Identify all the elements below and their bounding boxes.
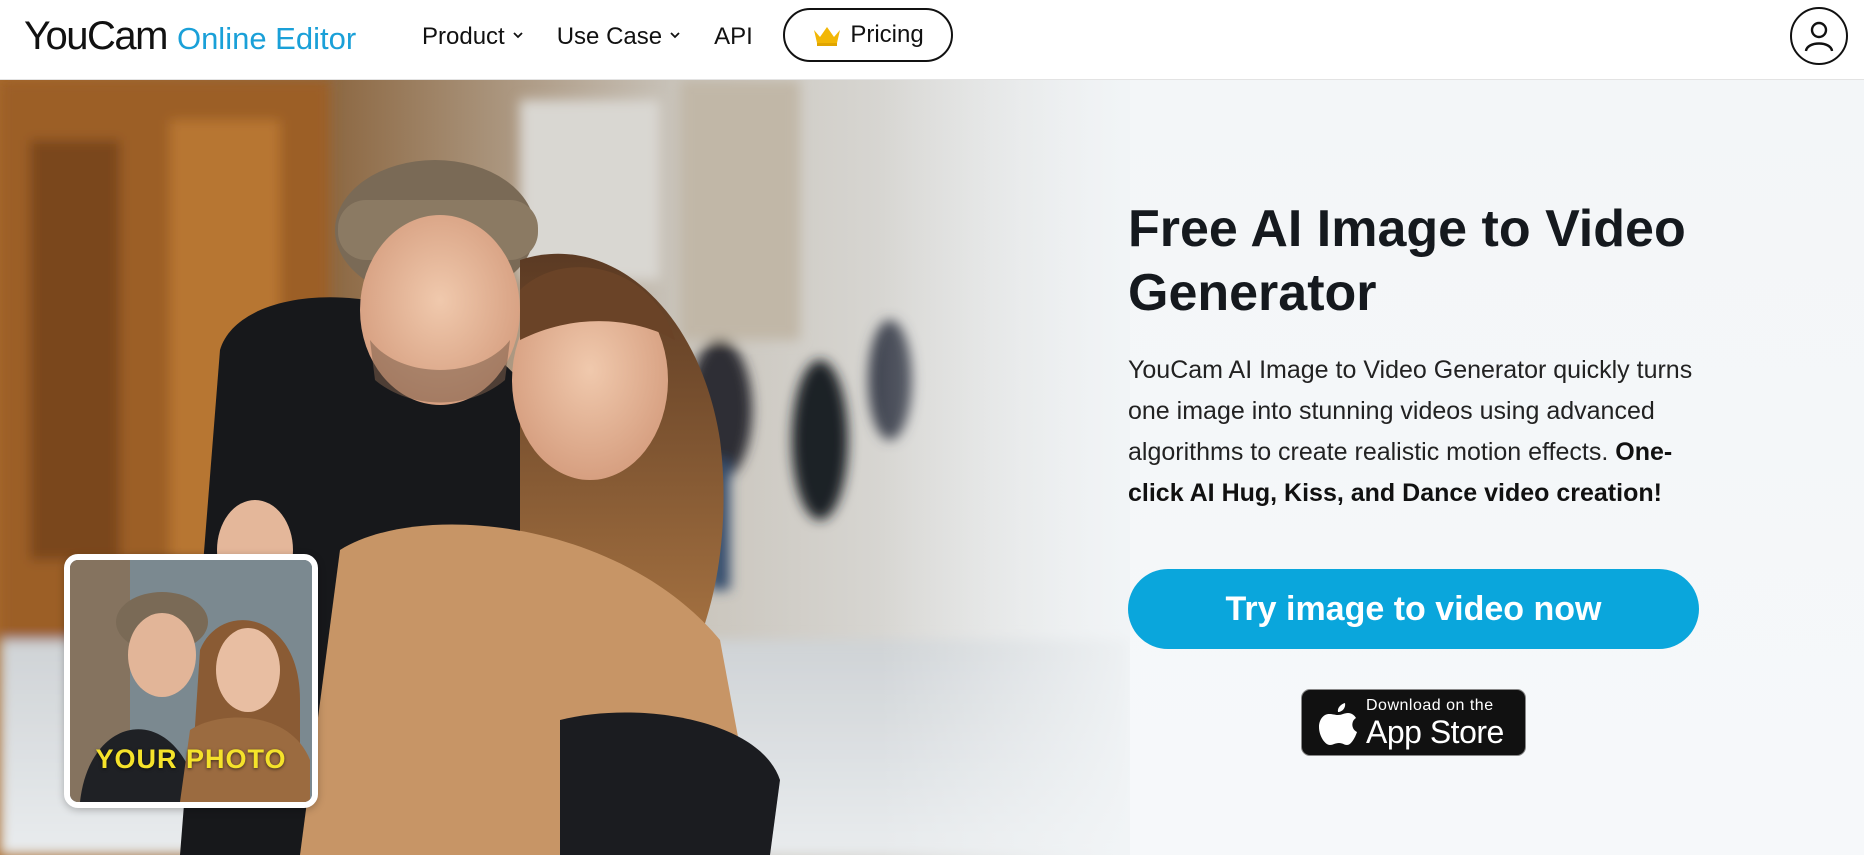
user-icon [1804,21,1834,52]
hero-section: YOUR PHOTO Free AI Image to Video Genera… [0,80,1864,855]
page-title: Free AI Image to Video Generator [1128,200,1686,322]
nav-item-label: Use Case [556,23,663,50]
logo-subtitle: Online Editor [176,21,357,56]
nav-item-product[interactable]: Product [422,20,523,54]
top-navigation-bar: YouCam Online Editor Product Use Case AP… [0,0,1864,80]
your-photo-label: YOUR PHOTO [95,744,287,774]
description-text: YouCam AI Image to Video Generator quick… [1128,356,1693,466]
chevron-down-icon [513,32,523,39]
app-store-badge[interactable]: Download on the App Store [1301,689,1526,756]
nav-item-use-case[interactable]: Use Case [557,20,680,54]
app-store-text: Download on the App Store [1366,696,1504,750]
apple-icon [1319,702,1357,745]
account-button[interactable] [1790,7,1848,65]
nav-item-label: Product [422,23,505,50]
youcam-logo[interactable]: YouCam Online Editor [24,14,356,59]
nav-item-api[interactable]: API [714,20,753,54]
pricing-label: Pricing [850,21,924,48]
app-store-small-text: Download on the [1366,696,1494,714]
logo-wordmark: YouCam [24,14,168,58]
source-photo-thumbnail: YOUR PHOTO [64,554,318,808]
nav-item-label: API [714,23,753,50]
try-image-to-video-button[interactable]: Try image to video now [1128,569,1699,649]
pricing-button[interactable]: Pricing [783,8,953,62]
app-store-big-text: App Store [1366,713,1504,750]
main-nav: Product Use Case API [422,20,787,54]
hero-description: YouCam AI Image to Video Generator quick… [1128,350,1708,514]
chevron-down-icon [670,32,680,39]
crown-icon [814,27,841,46]
